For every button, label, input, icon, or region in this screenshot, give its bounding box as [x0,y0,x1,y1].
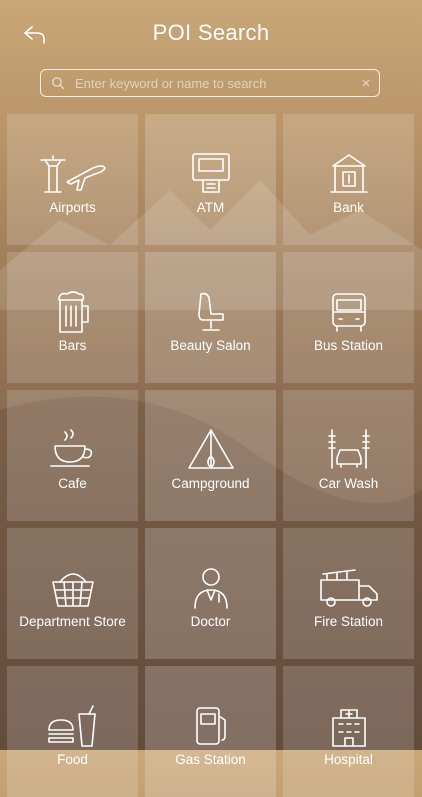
category-tile-car-wash[interactable]: Car Wash [283,390,414,521]
search-input[interactable] [71,75,353,91]
search-icon [45,76,71,90]
shopping-basket-icon [50,562,96,610]
category-label: Car Wash [318,476,379,491]
bank-icon [329,148,369,196]
category-tile-beauty-salon[interactable]: Beauty Salon [145,252,276,383]
category-tile-food[interactable]: Food [7,666,138,797]
burger-drink-icon [45,700,101,748]
salon-chair-icon [193,286,229,334]
page-title: POI Search [152,20,270,45]
category-label: Cafe [58,476,87,491]
category-tile-campground[interactable]: Campground [145,390,276,521]
coffee-cup-icon [49,424,97,472]
doctor-icon [191,562,231,610]
hospital-icon [329,700,369,748]
category-tile-bank[interactable]: Bank [283,114,414,245]
category-tile-airports[interactable]: Airports [7,114,138,245]
search-bar: × [40,69,380,97]
category-grid: Airports ATM Bank Bars Beauty Salon Bus … [7,114,415,797]
airport-icon [37,148,109,196]
category-tile-gas-station[interactable]: Gas Station [145,666,276,797]
fuel-pump-icon [191,700,231,748]
category-label: Doctor [190,614,231,629]
category-label: Bank [333,200,364,215]
category-label: Beauty Salon [170,338,251,353]
category-label: Department Store [19,614,126,629]
category-label: Hospital [324,752,373,767]
category-tile-bus-station[interactable]: Bus Station [283,252,414,383]
category-label: Food [57,752,88,767]
atm-icon [189,148,233,196]
car-wash-icon [327,424,371,472]
category-label: Gas Station [175,752,246,767]
tent-icon [185,424,237,472]
bus-icon [327,286,371,334]
beer-mug-icon [55,286,91,334]
category-tile-cafe[interactable]: Cafe [7,390,138,521]
category-tile-department-store[interactable]: Department Store [7,528,138,659]
category-label: ATM [196,200,225,215]
category-tile-doctor[interactable]: Doctor [145,528,276,659]
category-label: Airports [49,200,96,215]
fire-truck-icon [317,562,381,610]
category-label: Bus Station [313,338,384,353]
category-tile-hospital[interactable]: Hospital [283,666,414,797]
clear-search-button[interactable]: × [353,75,379,92]
category-tile-fire-station[interactable]: Fire Station [283,528,414,659]
category-tile-atm[interactable]: ATM [145,114,276,245]
category-label: Fire Station [313,614,384,629]
category-label: Bars [58,338,87,353]
category-label: Campground [171,476,250,491]
app-header: POI Search [0,0,422,66]
category-tile-bars[interactable]: Bars [7,252,138,383]
